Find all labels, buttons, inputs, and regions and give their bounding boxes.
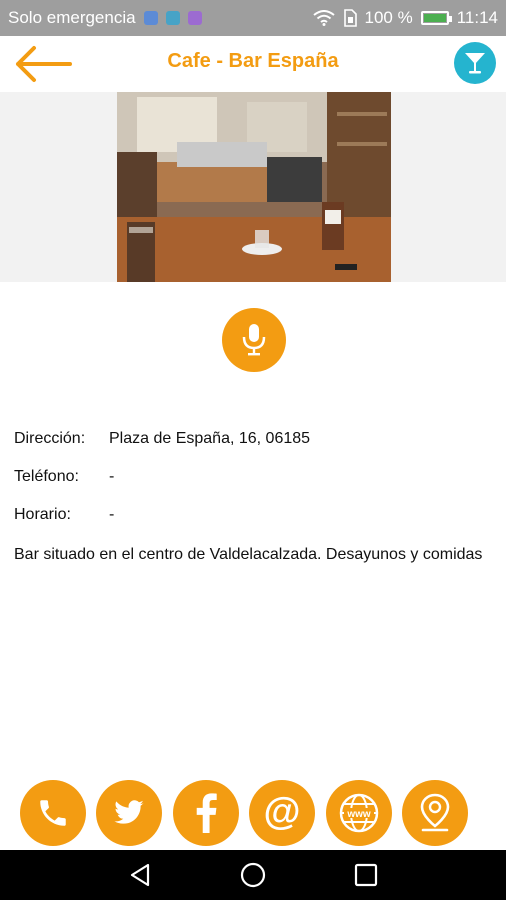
web-icon: www bbox=[339, 793, 379, 833]
wifi-icon bbox=[312, 10, 335, 26]
phone-icon bbox=[40, 800, 66, 826]
location-button[interactable] bbox=[402, 780, 468, 846]
recents-square-icon bbox=[354, 863, 378, 887]
location-pin-icon bbox=[420, 793, 450, 832]
description: Bar situado en el centro de Valdelacalza… bbox=[14, 546, 483, 563]
email-button[interactable]: @ bbox=[249, 780, 315, 846]
website-button[interactable]: www bbox=[326, 780, 392, 846]
venue-details: Dirección: Plaza de España, 16, 06185 Te… bbox=[14, 430, 494, 566]
battery-icon bbox=[420, 11, 452, 25]
action-bar: @ www bbox=[0, 780, 506, 846]
photo-area bbox=[0, 92, 506, 282]
address-row: Dirección: Plaza de España, 16, 06185 bbox=[14, 430, 494, 468]
facebook-button[interactable] bbox=[173, 780, 239, 846]
phone-value: - bbox=[109, 468, 115, 485]
nav-recents-button[interactable] bbox=[351, 862, 381, 888]
audio-button[interactable] bbox=[222, 308, 286, 372]
cocktail-icon bbox=[465, 53, 485, 74]
back-triangle-icon bbox=[130, 863, 150, 887]
hours-label: Horario: bbox=[14, 506, 71, 523]
system-nav-bar bbox=[0, 850, 506, 900]
twitter-button[interactable] bbox=[96, 780, 162, 846]
hours-value: - bbox=[109, 506, 115, 523]
home-circle-icon bbox=[240, 862, 266, 888]
microphone-icon bbox=[242, 324, 266, 356]
nav-back-button[interactable] bbox=[126, 862, 156, 888]
page-title: Cafe - Bar España bbox=[167, 50, 339, 72]
svg-text:www: www bbox=[346, 809, 371, 820]
battery-percent: 100 % bbox=[364, 8, 413, 27]
call-button[interactable] bbox=[20, 780, 86, 846]
notification-icon bbox=[187, 11, 202, 25]
phone-row: Teléfono: - bbox=[14, 468, 494, 506]
status-bar: Solo emergencia 100 % 11:14 bbox=[0, 0, 506, 36]
notification-icon bbox=[165, 11, 180, 25]
cocktail-button[interactable] bbox=[454, 42, 496, 84]
clock: 11:14 bbox=[456, 8, 498, 27]
notification-icon bbox=[143, 11, 158, 25]
nav-home-button[interactable] bbox=[238, 862, 268, 888]
twitter-icon bbox=[114, 800, 144, 824]
address-value: Plaza de España, 16, 06185 bbox=[109, 430, 311, 447]
status-right: 100 % 11:14 bbox=[312, 8, 498, 28]
app-bar: Cafe - Bar España bbox=[0, 36, 506, 92]
phone-label: Teléfono: bbox=[14, 468, 79, 485]
venue-photo bbox=[117, 92, 391, 282]
sim-icon bbox=[343, 9, 357, 27]
svg-text:@: @ bbox=[263, 793, 300, 833]
facebook-icon bbox=[196, 793, 217, 833]
hours-row: Horario: - bbox=[14, 506, 494, 544]
address-label: Dirección: bbox=[14, 430, 86, 447]
carrier-label: Solo emergencia bbox=[8, 8, 136, 27]
email-at-icon: @ bbox=[263, 793, 300, 833]
